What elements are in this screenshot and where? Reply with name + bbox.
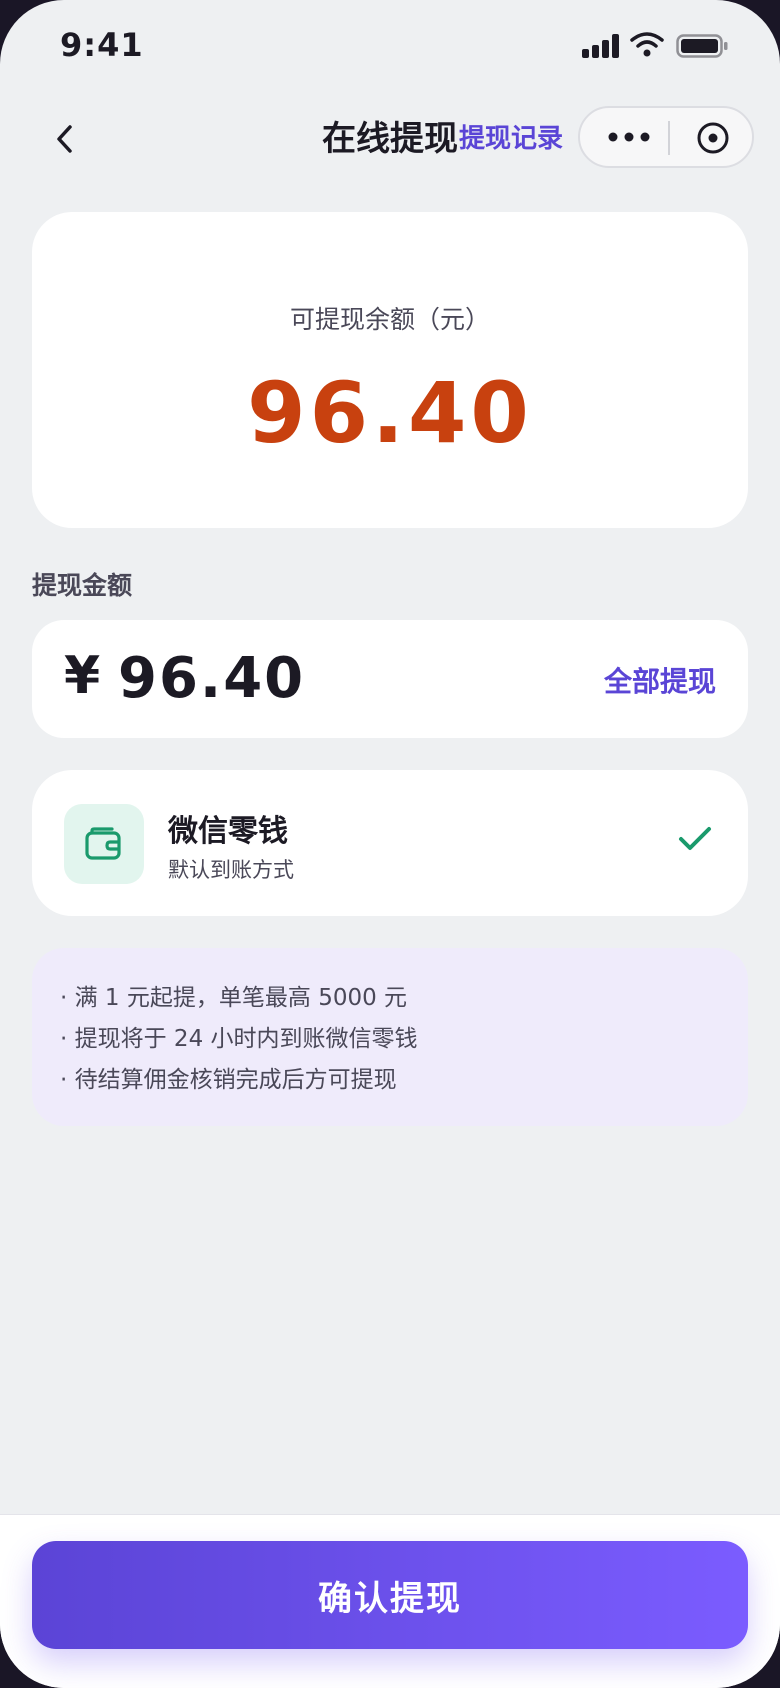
bottom-action-bar: 确认提现 bbox=[0, 1514, 780, 1688]
confirm-withdraw-button[interactable]: 确认提现 bbox=[32, 1541, 748, 1649]
note-item: · 待结算佣金核销完成后方可提现 bbox=[60, 1067, 397, 1093]
note-item: · 满 1 元起提，单笔最高 5000 元 bbox=[60, 985, 408, 1011]
target-icon[interactable] bbox=[696, 121, 730, 155]
chevron-left-icon bbox=[57, 125, 72, 153]
mini-program-capsule bbox=[578, 106, 754, 168]
wallet-icon bbox=[85, 827, 121, 860]
withdraw-all-button[interactable]: 全部提现 bbox=[604, 660, 716, 700]
balance-amount: 96.40 bbox=[247, 364, 533, 462]
wallet-icon-container bbox=[64, 804, 144, 884]
payout-method-subtitle: 默认到账方式 bbox=[168, 858, 294, 882]
status-bar: 9:41 bbox=[0, 0, 780, 92]
balance-label: 可提现余额（元） bbox=[289, 305, 490, 334]
wifi-icon bbox=[630, 32, 664, 57]
balance-card: 可提现余额（元） 96.40 bbox=[32, 212, 748, 528]
check-icon bbox=[679, 827, 711, 850]
payout-method-card[interactable]: 微信零钱 默认到账方式 bbox=[32, 770, 748, 916]
amount-section-label: 提现金额 bbox=[32, 571, 133, 600]
battery-icon bbox=[676, 34, 728, 58]
currency-symbol: ¥ bbox=[64, 646, 101, 706]
payout-method-name: 微信零钱 bbox=[168, 814, 288, 849]
note-item: · 提现将于 24 小时内到账微信零钱 bbox=[60, 1026, 418, 1052]
phone-screen: 9:41 在线提现 提现记录 可提现余额（元） 96.40 提现金额 ¥ 96.… bbox=[0, 0, 780, 1688]
withdraw-notes: · 满 1 元起提，单笔最高 5000 元 · 提现将于 24 小时内到账微信零… bbox=[32, 948, 748, 1126]
more-icon[interactable] bbox=[606, 126, 652, 148]
signal-icon bbox=[582, 34, 620, 58]
amount-input-card[interactable]: ¥ 96.40 全部提现 bbox=[32, 620, 748, 738]
back-button[interactable] bbox=[44, 114, 84, 164]
capsule-divider bbox=[668, 121, 670, 155]
withdraw-history-link[interactable]: 提现记录 bbox=[459, 116, 563, 162]
status-time: 9:41 bbox=[60, 26, 144, 64]
amount-input[interactable]: 96.40 bbox=[118, 646, 305, 711]
page-title: 在线提现 bbox=[322, 119, 458, 159]
navigation-bar: 在线提现 提现记录 bbox=[0, 100, 780, 178]
